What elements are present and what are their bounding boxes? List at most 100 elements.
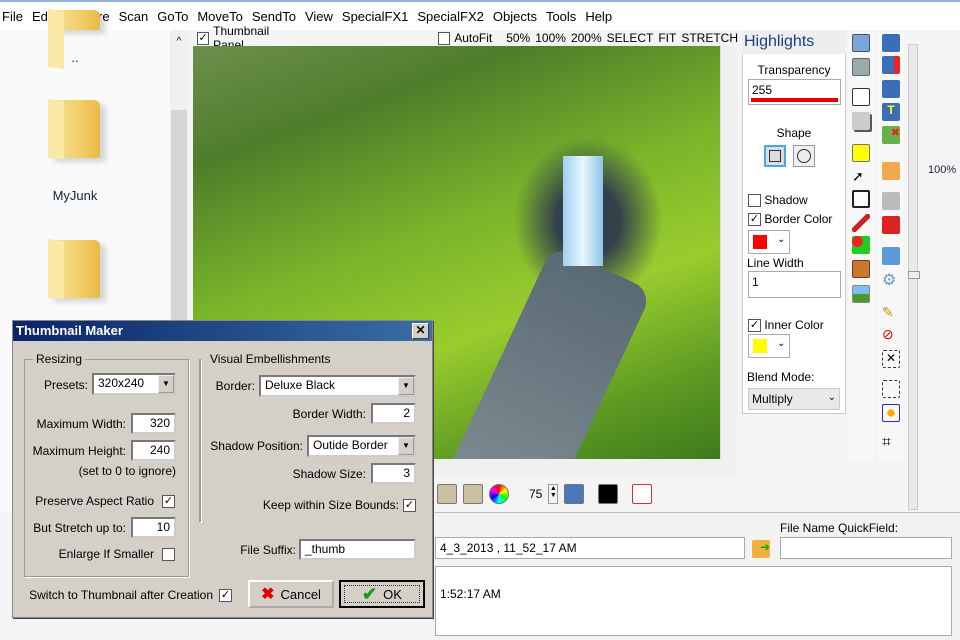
save-edit-icon[interactable] — [882, 80, 900, 98]
enlarge-checkbox[interactable] — [162, 548, 175, 561]
zoom-fit[interactable]: FIT — [658, 31, 676, 45]
zoom-slider[interactable] — [908, 44, 920, 510]
cancel-button[interactable]: ✖ Cancel — [248, 580, 334, 608]
settings-gears-icon[interactable]: ⚙ — [882, 270, 900, 289]
crop-icon[interactable]: ⌗ — [882, 434, 900, 452]
zoom-select[interactable]: SELECT — [607, 31, 654, 45]
paste-icon[interactable]: ➜ — [752, 540, 770, 558]
transparency-input[interactable]: 255 — [748, 79, 841, 105]
clear-selection-icon[interactable]: ✕ — [882, 350, 900, 368]
shapes-icon[interactable] — [852, 236, 870, 254]
menu-tools[interactable]: Tools — [546, 9, 576, 24]
toolbox-icon[interactable] — [882, 216, 900, 234]
menu-moveto[interactable]: MoveTo — [197, 9, 243, 24]
cursor-icon[interactable] — [598, 484, 619, 504]
magic-wand-icon[interactable]: ✎ — [882, 304, 900, 322]
comment-textarea[interactable]: 1:52:17 AM — [435, 566, 952, 636]
max-height-input[interactable]: 240 — [131, 440, 176, 461]
preserve-aspect-checkbox[interactable]: ✓ — [162, 495, 175, 508]
color-wheel-icon[interactable] — [489, 484, 509, 504]
shadow-checkbox[interactable] — [748, 194, 761, 208]
printer-icon[interactable] — [882, 192, 900, 210]
highlight-icon[interactable] — [852, 144, 870, 162]
folder-icon[interactable] — [48, 100, 100, 158]
images-icon[interactable] — [852, 260, 870, 278]
folder-parent-label[interactable]: .. — [40, 50, 110, 65]
brush-icon[interactable] — [852, 214, 870, 232]
border-color-picker[interactable]: ⌄ — [748, 230, 790, 254]
inner-color-picker[interactable]: ⌄ — [748, 334, 790, 358]
line-width-input[interactable]: 1 — [748, 271, 841, 298]
scanner-icon[interactable] — [882, 247, 900, 265]
border-color-option[interactable]: ✓ Border Color — [748, 212, 833, 227]
border-select[interactable]: Deluxe Black ▼ — [259, 375, 416, 397]
save-new-icon[interactable] — [882, 56, 900, 74]
thumbnail-panel-checkbox[interactable]: ✓ — [197, 31, 210, 45]
shadow-option[interactable]: Shadow — [748, 193, 808, 208]
arrow-icon[interactable]: ➚ — [852, 168, 870, 186]
menu-goto[interactable]: GoTo — [157, 9, 188, 24]
quickfield-label: File Name QuickField: — [780, 521, 899, 535]
quickfield-input[interactable] — [780, 537, 952, 559]
menu-file[interactable]: File — [2, 9, 23, 24]
border-label: Border: — [215, 379, 255, 393]
deselect-icon[interactable] — [852, 58, 870, 76]
border-width-input[interactable]: 2 — [371, 403, 416, 424]
rectangle-shape-button[interactable] — [764, 145, 786, 167]
menu-view[interactable]: View — [305, 9, 333, 24]
autofit-checkbox[interactable] — [438, 31, 451, 45]
zoom-50[interactable]: 50% — [506, 31, 530, 45]
file-suffix-input[interactable]: _thumb — [299, 539, 416, 560]
center-selection-icon[interactable] — [882, 404, 900, 422]
border-color-label: Border Color — [764, 212, 833, 226]
ok-button[interactable]: ✔ OK — [339, 580, 425, 608]
no-cursor-icon[interactable]: ⊘ — [882, 326, 900, 344]
expand-selection-icon[interactable] — [882, 380, 900, 398]
quality-spinner[interactable]: ▲ ▼ — [548, 484, 559, 504]
stretch-input[interactable]: 10 — [131, 517, 176, 538]
filename-input[interactable]: 4_3_2013 , 11_52_17 AM — [435, 537, 745, 559]
save-text-icon[interactable]: T — [882, 103, 900, 121]
menu-specialfx2[interactable]: SpecialFX2 — [417, 9, 483, 24]
blend-mode-select[interactable]: Multiply ⌄ — [748, 388, 840, 410]
inner-color-option[interactable]: ✓ Inner Color — [748, 318, 824, 333]
menu-help[interactable]: Help — [585, 9, 612, 24]
folder-icon[interactable] — [48, 240, 100, 298]
presets-value: 320x240 — [98, 376, 145, 390]
close-button[interactable]: ✕ — [412, 323, 429, 339]
inner-color-checkbox[interactable]: ✓ — [748, 319, 761, 333]
zoom-100[interactable]: 100% — [535, 31, 566, 45]
clipboard-icon[interactable] — [882, 162, 900, 180]
save-icon[interactable] — [882, 34, 900, 52]
move-to-icon[interactable] — [463, 484, 483, 504]
copy-to-icon[interactable] — [437, 484, 457, 504]
crosshair-icon[interactable] — [852, 88, 870, 106]
inner-color-swatch — [753, 339, 767, 353]
menu-specialfx1[interactable]: SpecialFX1 — [342, 9, 408, 24]
folder-icon[interactable] — [48, 10, 100, 30]
border-color-checkbox[interactable]: ✓ — [748, 213, 761, 227]
quality-value[interactable]: 75 — [529, 487, 542, 501]
image-frame-icon[interactable] — [564, 484, 585, 504]
switch-after-checkbox[interactable]: ✓ — [219, 589, 232, 602]
zoom-200[interactable]: 200% — [571, 31, 602, 45]
text-box-icon[interactable] — [852, 190, 870, 208]
delete-image-icon[interactable]: ✖ — [882, 126, 900, 144]
shadow-size-input[interactable]: 3 — [371, 463, 416, 484]
scrollbar-thumb[interactable] — [171, 110, 187, 330]
image-vertical-scrollbar[interactable] — [720, 46, 737, 459]
folder-myjunk-label[interactable]: MyJunk — [40, 188, 110, 203]
shadow-position-select[interactable]: Outide Border ▼ — [307, 435, 416, 457]
menu-scan[interactable]: Scan — [119, 9, 149, 24]
zoom-slider-thumb[interactable] — [908, 271, 920, 279]
shadow-box-icon[interactable] — [852, 112, 870, 130]
pdf-icon[interactable] — [632, 484, 653, 504]
select-area-icon[interactable] — [852, 34, 870, 52]
max-width-input[interactable]: 320 — [131, 413, 176, 434]
menu-objects[interactable]: Objects — [493, 9, 537, 24]
menu-sendto[interactable]: SendTo — [252, 9, 296, 24]
picture-icon[interactable] — [852, 285, 870, 303]
zoom-stretch[interactable]: STRETCH — [681, 31, 738, 45]
ellipse-shape-button[interactable] — [793, 145, 815, 167]
keep-bounds-checkbox[interactable]: ✓ — [403, 499, 416, 512]
